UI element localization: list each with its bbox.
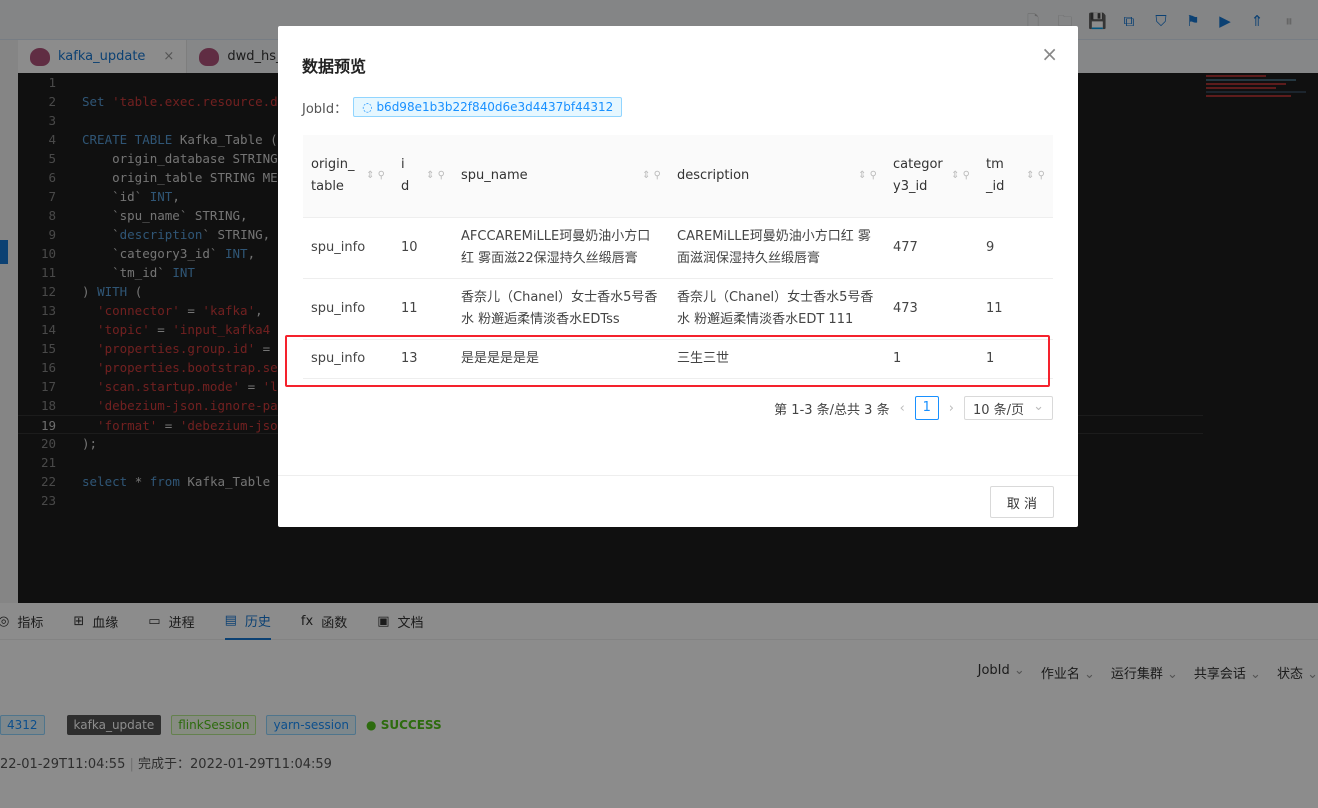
table-row: spu_info 13 是是是是是是 三生三世 1 1 [303, 339, 1053, 379]
cell-description: 香奈儿（Chanel）女士香水5号香水 粉邂逅柔情淡香水EDT 111 [669, 278, 885, 340]
column-header-category3_id[interactable]: category3_id ⇕ ⚲ [885, 135, 978, 218]
column-header-description[interactable]: description ⇕ ⚲ [669, 135, 885, 218]
cancel-button[interactable]: 取 消 [990, 486, 1054, 518]
cell-tm_id: 11 [978, 278, 1053, 340]
table-row: spu_info 11 香奈儿（Chanel）女士香水5号香水 粉邂逅柔情淡香水ED… [303, 278, 1053, 340]
cell-spu_name: 是是是是是是 [453, 339, 669, 379]
fire-icon: ◌ [362, 100, 377, 114]
page-1-button[interactable]: 1 [914, 396, 939, 420]
cell-id: 13 [393, 339, 453, 379]
column-header-spu_name[interactable]: spu_name ⇕ ⚲ [453, 135, 669, 218]
jobid-label: JobId： [302, 101, 348, 117]
cell-tm_id: 1 [978, 339, 1053, 379]
modal-footer-divider [278, 475, 1078, 476]
prev-page-icon[interactable]: ‹ [900, 401, 905, 416]
column-label: description [677, 167, 750, 183]
cell-category3_id: 477 [885, 217, 978, 279]
cell-origin_table: spu_info [303, 339, 393, 379]
pagination: 第 1-3 条/总共 3 条 ‹ 1 › 10 条/页 ⌄ [774, 396, 1053, 420]
modal-title: 数据预览 [302, 57, 367, 76]
table-row: spu_info 10 AFCCAREMiLLE珂曼奶油小方口红 雾面滋22保湿持久… [303, 217, 1053, 279]
sort-filter-icon[interactable]: ⇕ ⚲ [366, 165, 385, 187]
cell-description: 三生三世 [669, 339, 885, 379]
column-header-id[interactable]: id ⇕ ⚲ [393, 135, 453, 218]
cell-category3_id: 1 [885, 339, 978, 379]
page-size-value: 10 条/页 [973, 403, 1025, 418]
sort-filter-icon[interactable]: ⇕ ⚲ [858, 165, 877, 187]
close-icon[interactable]: × [1041, 42, 1058, 66]
cell-origin_table: spu_info [303, 278, 393, 340]
pagination-summary: 第 1-3 条/总共 3 条 [774, 402, 890, 418]
sort-filter-icon[interactable]: ⇕ ⚲ [642, 165, 661, 187]
column-label: tm_id [986, 156, 1005, 194]
jobid-tag: ◌ b6d98e1b3b22f840d6e3d4437bf44312 [353, 97, 623, 117]
jobid-value: b6d98e1b3b22f840d6e3d4437bf44312 [376, 100, 614, 114]
cell-description: CAREMiLLE珂曼奶油小方口红 雾面滋润保湿持久丝缎唇膏 [669, 217, 885, 279]
cell-tm_id: 9 [978, 217, 1053, 279]
preview-table: origin_table ⇕ ⚲ id ⇕ ⚲ spu_name ⇕ ⚲ descripti… [303, 135, 1053, 379]
chevron-down-icon: ⌄ [1033, 399, 1044, 414]
column-label: origin_table [311, 156, 355, 194]
page-size-select[interactable]: 10 条/页 ⌄ [964, 396, 1053, 420]
column-label: spu_name [461, 167, 528, 183]
column-header-tm_id[interactable]: tm_id ⇕ ⚲ [978, 135, 1053, 218]
column-header-origin_table[interactable]: origin_table ⇕ ⚲ [303, 135, 393, 218]
sort-filter-icon[interactable]: ⇕ ⚲ [1026, 165, 1045, 187]
cell-id: 10 [393, 217, 453, 279]
cell-id: 11 [393, 278, 453, 340]
next-page-icon[interactable]: › [949, 401, 954, 416]
cell-spu_name: 香奈儿（Chanel）女士香水5号香水 粉邂逅柔情淡香水EDTss [453, 278, 669, 340]
sort-filter-icon[interactable]: ⇕ ⚲ [426, 165, 445, 187]
cell-spu_name: AFCCAREMiLLE珂曼奶油小方口红 雾面滋22保湿持久丝缎唇膏 [453, 217, 669, 279]
data-preview-modal: 数据预览 × JobId： ◌ b6d98e1b3b22f840d6e3d4437… [278, 26, 1078, 527]
cell-origin_table: spu_info [303, 217, 393, 279]
column-label: id [401, 156, 410, 194]
cell-category3_id: 473 [885, 278, 978, 340]
column-label: category3_id [893, 156, 943, 194]
sort-filter-icon[interactable]: ⇕ ⚲ [951, 165, 970, 187]
